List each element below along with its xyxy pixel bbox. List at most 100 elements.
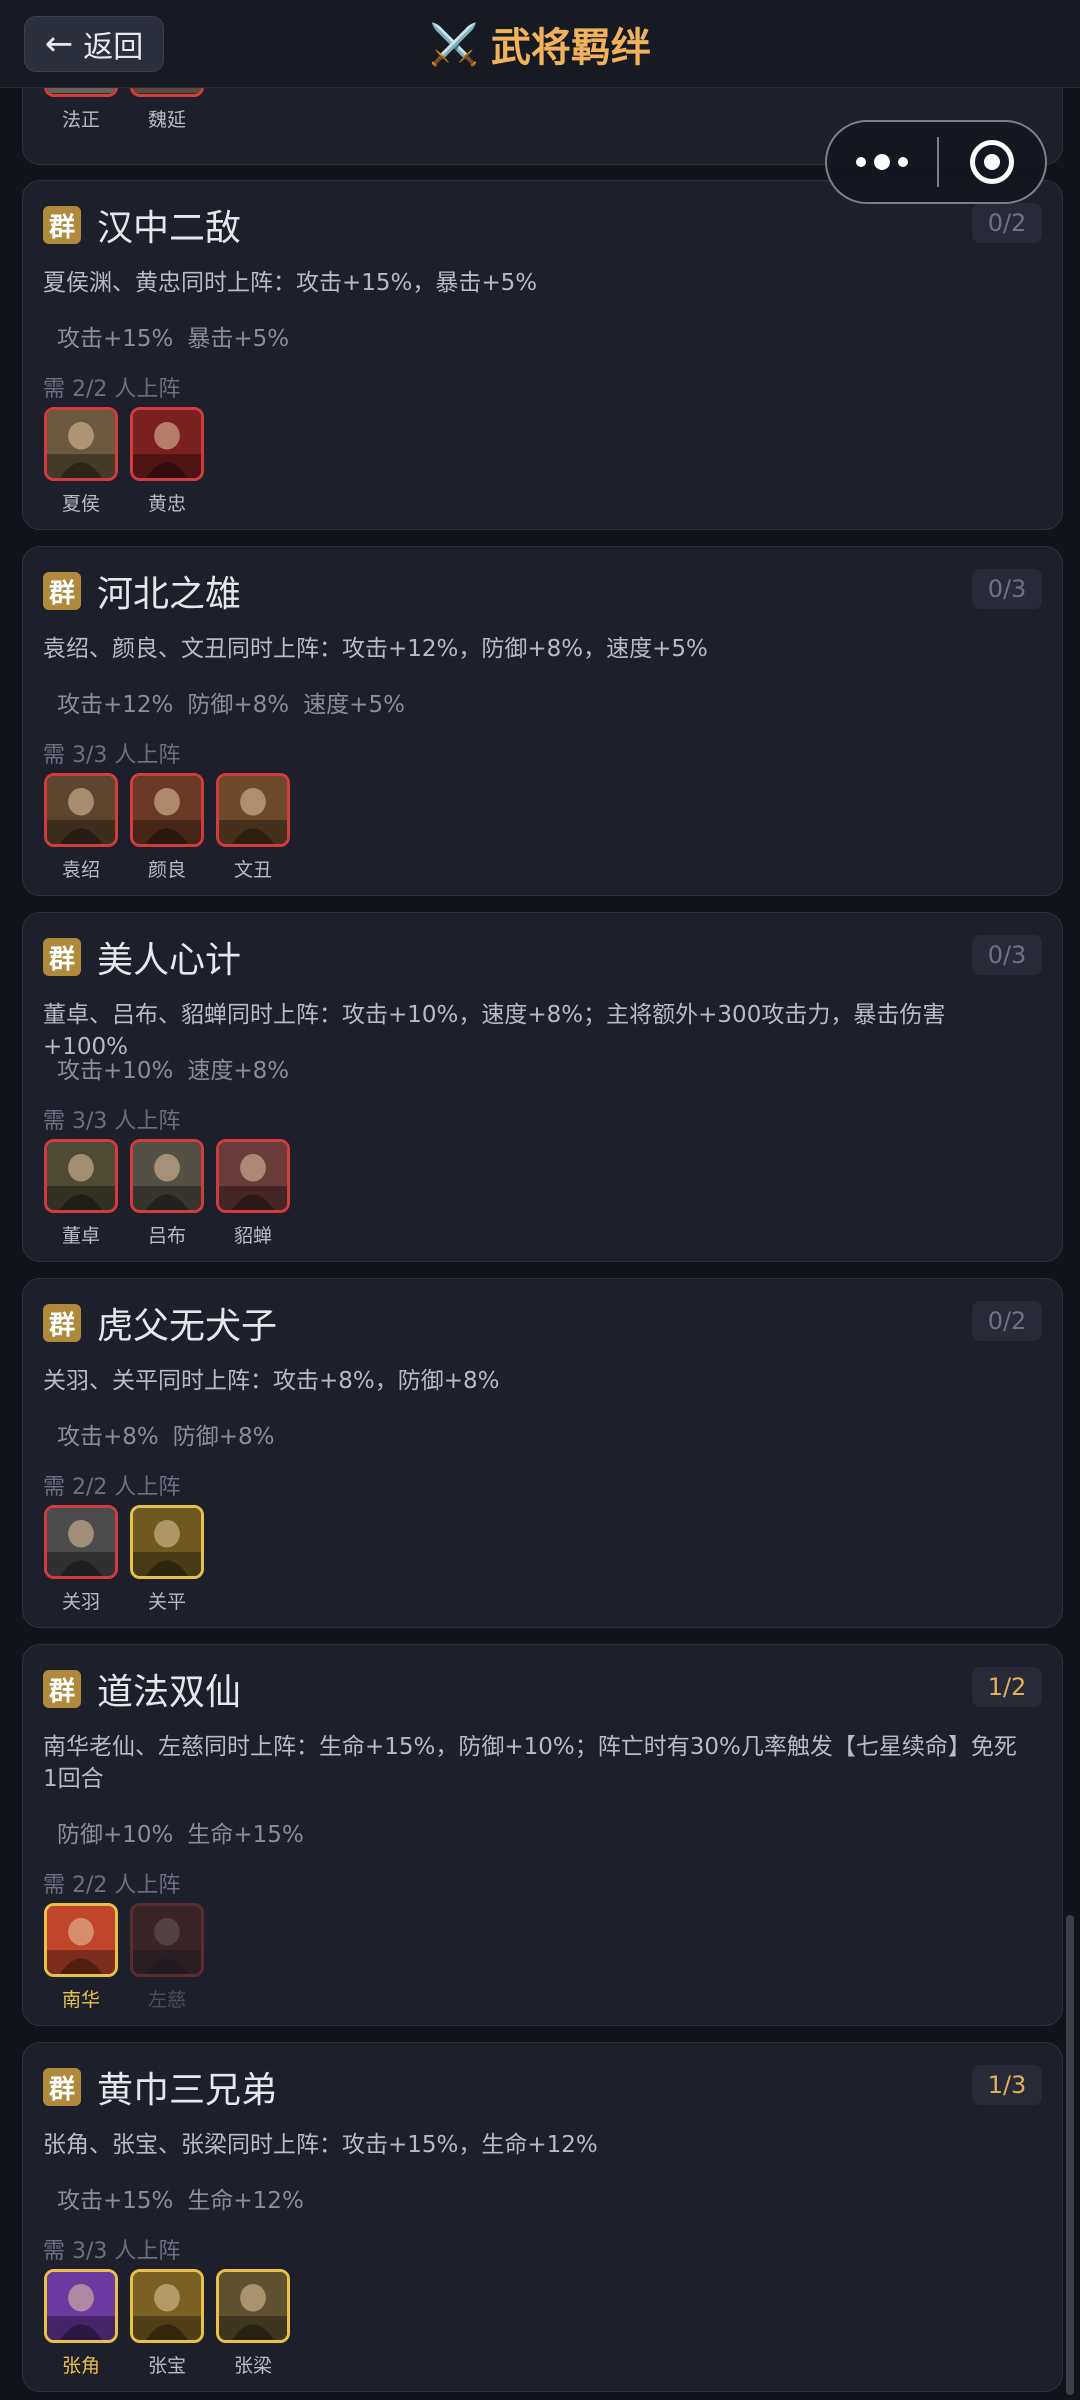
requirement-text: 需 2/2 人上阵 xyxy=(43,1873,181,1898)
bonus-tag: 防御+8% xyxy=(187,692,290,718)
bonus-tags: 防御+10% 生命+15% xyxy=(57,1815,304,1849)
hero-name: 貂蝉 xyxy=(233,1225,272,1247)
hero-name: 南华 xyxy=(61,1989,100,2011)
bond-title: 黄巾三兄弟 xyxy=(97,2070,278,2111)
hero-name: 关羽 xyxy=(61,1591,100,1613)
hero-name: 颜良 xyxy=(147,859,186,881)
hero-portrait xyxy=(44,1505,118,1579)
hero-slot[interactable]: 貂蝉 xyxy=(215,1139,291,1248)
crossed-swords-icon: ⚔️ xyxy=(429,21,479,68)
hero-portrait xyxy=(216,773,290,847)
page-title-text: 武将羁绊 xyxy=(490,25,651,71)
hero-name: 张宝 xyxy=(147,2355,186,2377)
bond-card: 群汉中二敌 0/2 夏侯渊、黄忠同时上阵：攻击+15%，暴击+5% 攻击+15% 暴击+… xyxy=(22,180,1063,530)
hero-slot[interactable]: 关羽 xyxy=(43,1505,119,1614)
hero-list: 夏侯 黄忠 xyxy=(43,407,205,516)
hero-portrait xyxy=(130,1903,204,1977)
hero-list: 张角 张宝 张梁 xyxy=(43,2269,291,2378)
hero-name: 张角 xyxy=(61,2355,100,2377)
bond-title: 美人心计 xyxy=(97,940,242,981)
hero-name: 左慈 xyxy=(147,1989,186,2011)
hero-portrait xyxy=(44,773,118,847)
hero-name: 袁绍 xyxy=(61,859,100,881)
bonus-tags: 攻击+10% 速度+8% xyxy=(57,1051,289,1085)
hero-portrait xyxy=(130,1505,204,1579)
bond-description: 夏侯渊、黄忠同时上阵：攻击+15%，暴击+5% xyxy=(43,270,538,296)
hero-name: 魏延 xyxy=(147,109,186,131)
bond-card: 群美人心计 0/3 董卓、吕布、貂蝉同时上阵：攻击+10%，速度+8%；主将额外+3… xyxy=(22,912,1063,1262)
bonus-tag: 防御+8% xyxy=(172,1424,275,1450)
faction-badge: 群 xyxy=(43,2068,81,2106)
bonus-tags: 攻击+15% 生命+12% xyxy=(57,2181,304,2215)
target-close-icon[interactable] xyxy=(939,122,1045,202)
bond-description: 南华老仙、左慈同时上阵：生命+15%，防御+10%；阵亡时有30%几率触发【七星… xyxy=(43,1734,1017,1792)
requirement-text: 需 3/3 人上阵 xyxy=(43,743,181,768)
hero-slot[interactable]: 张宝 xyxy=(129,2269,205,2378)
bond-title: 道法双仙 xyxy=(97,1672,242,1713)
hero-slot[interactable]: 黄忠 xyxy=(129,407,205,516)
hero-list: 董卓 吕布 貂蝉 xyxy=(43,1139,291,1248)
hero-slot[interactable]: 袁绍 xyxy=(43,773,119,882)
faction-badge: 群 xyxy=(43,938,81,976)
top-nav-bar: ← 返回 ⚔️ 武将羁绊 xyxy=(0,0,1080,88)
requirement-text: 需 3/3 人上阵 xyxy=(43,1109,181,1134)
hero-slot[interactable]: 南华 xyxy=(43,1903,119,2012)
requirement-text: 需 2/2 人上阵 xyxy=(43,377,181,402)
bonus-tag: 攻击+15% xyxy=(57,2188,174,2214)
faction-badge: 群 xyxy=(43,1670,81,1708)
page-title: ⚔️ 武将羁绊 xyxy=(0,16,1080,72)
miniprogram-capsule xyxy=(825,120,1047,204)
bonus-tag: 攻击+15% xyxy=(57,326,174,352)
bond-card: 群河北之雄 0/3 袁绍、颜良、文丑同时上阵：攻击+12%，防御+8%，速度+5% 攻… xyxy=(22,546,1063,896)
hero-slot[interactable]: 夏侯 xyxy=(43,407,119,516)
hero-name: 文丑 xyxy=(233,859,272,881)
bond-description: 张角、张宝、张梁同时上阵：攻击+15%，生命+12% xyxy=(43,2132,598,2158)
bonus-tag: 速度+8% xyxy=(187,1058,290,1084)
hero-portrait xyxy=(44,1903,118,1977)
bonus-tag: 攻击+8% xyxy=(57,1424,159,1450)
hero-list: 关羽 关平 xyxy=(43,1505,205,1614)
hero-slot[interactable]: 文丑 xyxy=(215,773,291,882)
bond-title: 虎父无犬子 xyxy=(97,1306,278,1347)
faction-badge: 群 xyxy=(43,572,81,610)
bonus-tag: 生命+12% xyxy=(187,2188,304,2214)
hero-list: 南华 左慈 xyxy=(43,1903,205,2012)
hero-slot[interactable]: 颜良 xyxy=(129,773,205,882)
bond-list[interactable]: 法正 魏延 群汉中二敌 0/2 夏侯渊、黄忠同时上阵：攻击+15%，暴击+5% 攻击+… xyxy=(0,0,1080,2400)
bonus-tag: 攻击+12% xyxy=(57,692,174,718)
bond-count-badge: 0/2 xyxy=(972,203,1042,243)
hero-name: 董卓 xyxy=(61,1225,100,1247)
bond-card: 群黄巾三兄弟 1/3 张角、张宝、张梁同时上阵：攻击+15%，生命+12% 攻击+15… xyxy=(22,2042,1063,2392)
hero-slot[interactable]: 张梁 xyxy=(215,2269,291,2378)
bonus-tag: 暴击+5% xyxy=(187,326,290,352)
bonus-tags: 攻击+8% 防御+8% xyxy=(57,1417,275,1451)
scrollbar[interactable] xyxy=(1066,1915,1074,2395)
bond-count-badge: 1/2 xyxy=(972,1667,1042,1707)
hero-portrait xyxy=(130,773,204,847)
hero-slot[interactable]: 张角 xyxy=(43,2269,119,2378)
bonus-tag: 生命+15% xyxy=(187,1822,304,1848)
hero-slot[interactable]: 关平 xyxy=(129,1505,205,1614)
hero-name: 夏侯 xyxy=(61,493,100,515)
bond-description: 关羽、关平同时上阵：攻击+8%，防御+8% xyxy=(43,1368,500,1394)
hero-name: 张梁 xyxy=(233,2355,272,2377)
hero-portrait xyxy=(44,2269,118,2343)
bonus-tag: 防御+10% xyxy=(57,1822,174,1848)
bond-count-badge: 0/3 xyxy=(972,569,1042,609)
hero-portrait xyxy=(130,407,204,481)
hero-portrait xyxy=(44,407,118,481)
bond-card-header: 群道法双仙 1/2 xyxy=(43,1667,1042,1713)
bond-count-badge: 1/3 xyxy=(972,2065,1042,2105)
hero-slot[interactable]: 吕布 xyxy=(129,1139,205,1248)
hero-portrait xyxy=(130,1139,204,1213)
more-dots-icon[interactable] xyxy=(827,122,937,202)
hero-portrait xyxy=(130,2269,204,2343)
hero-list: 袁绍 颜良 文丑 xyxy=(43,773,291,882)
bond-title: 汉中二敌 xyxy=(97,208,242,249)
hero-slot[interactable]: 左慈 xyxy=(129,1903,205,2012)
hero-portrait xyxy=(216,2269,290,2343)
bonus-tag: 速度+5% xyxy=(303,692,405,718)
bonus-tag: 攻击+10% xyxy=(57,1058,174,1084)
hero-slot[interactable]: 董卓 xyxy=(43,1139,119,1248)
bond-count-badge: 0/3 xyxy=(972,935,1042,975)
